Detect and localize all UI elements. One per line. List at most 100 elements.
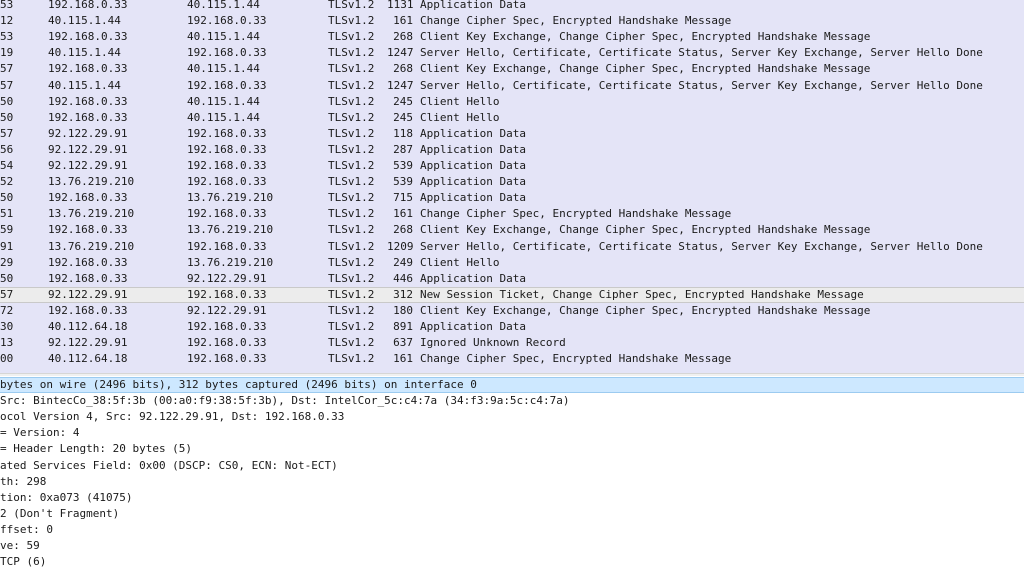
detail-tree-item[interactable]: Src: BintecCo_38:5f:3b (00:a0:f9:38:5f:3… — [0, 393, 1024, 409]
packet-list[interactable]: 53 192.168.0.33 40.115.1.44 TLSv1.2 1131 Appl… — [0, 0, 1024, 373]
packet-row[interactable]: 50 192.168.0.33 40.115.1.44 TLSv1.2 245 Clien… — [0, 110, 1024, 126]
packet-row[interactable]: 57 192.168.0.33 40.115.1.44 TLSv1.2 268 Clien… — [0, 61, 1024, 77]
destination-cell: 192.168.0.33 — [187, 175, 267, 189]
packet-number-cell: 91 — [0, 239, 14, 253]
destination-cell: 40.115.1.44 — [187, 110, 260, 124]
detail-tree-item[interactable]: ocol Version 4, Src: 92.122.29.91, Dst: … — [0, 409, 1024, 425]
protocol-cell: TLSv1.2 — [328, 255, 375, 269]
info-cell: Client Key Exchange, Change Cipher Spec,… — [420, 30, 871, 44]
packet-number-cell: 13 — [0, 336, 14, 350]
detail-tree-item[interactable]: tion: 0xa073 (41075) — [0, 490, 1024, 506]
length-cell: 312 — [393, 287, 413, 301]
source-cell: 192.168.0.33 — [48, 271, 128, 285]
detail-tree-item[interactable]: ffset: 0 — [0, 522, 1024, 538]
source-cell: 92.122.29.91 — [48, 126, 128, 140]
detail-tree-item-text: bytes on wire (2496 bits), 312 bytes cap… — [0, 378, 477, 391]
protocol-cell: TLSv1.2 — [328, 175, 375, 189]
detail-tree-item[interactable]: ve: 59 — [0, 538, 1024, 554]
packet-row[interactable]: 53 192.168.0.33 40.115.1.44 TLSv1.2 1131 Appl… — [0, 0, 1024, 13]
destination-cell: 192.168.0.33 — [187, 14, 267, 28]
length-cell: 1247 — [387, 46, 414, 60]
detail-tree-item[interactable]: ated Services Field: 0x00 (DSCP: CS0, EC… — [0, 458, 1024, 474]
destination-cell: 92.122.29.91 — [187, 271, 267, 285]
packet-number-cell: 57 — [0, 62, 14, 76]
source-cell: 192.168.0.33 — [48, 62, 128, 76]
packet-row[interactable]: 54 92.122.29.91 192.168.0.33 TLSv1.2 539 Appl… — [0, 158, 1024, 174]
detail-tree-item-text: tion: 0xa073 (41075) — [0, 490, 133, 504]
destination-cell: 192.168.0.33 — [187, 320, 267, 333]
packet-row[interactable]: 56 92.122.29.91 192.168.0.33 TLSv1.2 287 Appl… — [0, 142, 1024, 158]
packet-row[interactable]: 29 192.168.0.33 13.76.219.210 TLSv1.2 249 Cli… — [0, 255, 1024, 271]
packet-row[interactable]: 51 13.76.219.210 192.168.0.33 TLSv1.2 161 Cha… — [0, 206, 1024, 222]
packet-number-cell: 50 — [0, 110, 14, 124]
protocol-cell: TLSv1.2 — [328, 191, 375, 205]
packet-row[interactable]: 57 40.115.1.44 192.168.0.33 TLSv1.2 1247 Serv… — [0, 78, 1024, 94]
detail-tree-item[interactable]: bytes on wire (2496 bits), 312 bytes cap… — [0, 377, 1024, 393]
protocol-cell: TLSv1.2 — [328, 14, 375, 28]
packet-details-tree[interactable]: bytes on wire (2496 bits), 312 bytes cap… — [0, 376, 1024, 569]
packet-row[interactable]: 91 13.76.219.210 192.168.0.33 TLSv1.2 1209 Se… — [0, 239, 1024, 255]
packet-row[interactable]: 53 192.168.0.33 40.115.1.44 TLSv1.2 268 Clien… — [0, 29, 1024, 45]
info-cell: Ignored Unknown Record — [420, 336, 566, 350]
packet-row[interactable]: 50 192.168.0.33 13.76.219.210 TLSv1.2 715 App… — [0, 190, 1024, 206]
packet-row[interactable]: 50 192.168.0.33 40.115.1.44 TLSv1.2 245 Clien… — [0, 94, 1024, 110]
packet-number-cell: 30 — [0, 320, 14, 333]
packet-number-cell: 57 — [0, 287, 14, 301]
info-cell: Client Hello — [420, 94, 500, 108]
source-cell: 192.168.0.33 — [48, 94, 128, 108]
packet-row[interactable]: 00 40.112.64.18 192.168.0.33 TLSv1.2 161 Chan… — [0, 351, 1024, 367]
destination-cell: 13.76.219.210 — [187, 255, 274, 269]
source-cell: 40.115.1.44 — [48, 78, 121, 92]
length-cell: 161 — [393, 14, 413, 28]
source-cell: 40.112.64.18 — [48, 320, 128, 333]
info-cell: Application Data — [420, 320, 526, 333]
destination-cell: 192.168.0.33 — [187, 336, 267, 350]
protocol-cell: TLSv1.2 — [328, 320, 375, 333]
destination-cell: 13.76.219.210 — [187, 223, 274, 237]
detail-tree-item-text: ocol Version 4, Src: 92.122.29.91, Dst: … — [0, 410, 345, 424]
info-cell: Application Data — [420, 126, 526, 140]
detail-tree-item[interactable]: 2 (Don't Fragment) — [0, 506, 1024, 522]
source-cell: 92.122.29.91 — [48, 287, 128, 301]
detail-tree-item[interactable]: = Version: 4 — [0, 425, 1024, 441]
length-cell: 1247 — [387, 78, 414, 92]
destination-cell: 40.115.1.44 — [187, 0, 260, 11]
length-cell: 1131 — [387, 0, 414, 11]
info-cell: Server Hello, Certificate, Certificate S… — [420, 239, 983, 253]
detail-tree-item[interactable]: TCP (6) — [0, 554, 1024, 569]
packet-row[interactable]: 57 92.122.29.91 192.168.0.33 TLSv1.2 118 Appl… — [0, 126, 1024, 142]
destination-cell: 13.76.219.210 — [187, 191, 274, 205]
protocol-cell: TLSv1.2 — [328, 46, 375, 60]
packet-number-cell: 12 — [0, 14, 14, 28]
packet-row[interactable]: 12 40.115.1.44 192.168.0.33 TLSv1.2 161 Chang… — [0, 13, 1024, 29]
packet-row[interactable]: 13 92.122.29.91 192.168.0.33 TLSv1.2 637 Igno… — [0, 335, 1024, 351]
protocol-cell: TLSv1.2 — [328, 30, 375, 44]
info-cell: Change Cipher Spec, Encrypted Handshake … — [420, 352, 732, 366]
info-cell: Server Hello, Certificate, Certificate S… — [420, 78, 983, 92]
source-cell: 192.168.0.33 — [48, 30, 128, 44]
destination-cell: 40.115.1.44 — [187, 94, 260, 108]
source-cell: 192.168.0.33 — [48, 191, 128, 205]
packet-number-cell: 50 — [0, 94, 14, 108]
protocol-cell: TLSv1.2 — [328, 159, 375, 172]
info-cell: Change Cipher Spec, Encrypted Handshake … — [420, 14, 732, 28]
packet-row[interactable]: 52 13.76.219.210 192.168.0.33 TLSv1.2 539 App… — [0, 174, 1024, 190]
packet-row[interactable]: 72 192.168.0.33 92.122.29.91 TLSv1.2 180 Clie… — [0, 303, 1024, 319]
packet-row[interactable]: 59 192.168.0.33 13.76.219.210 TLSv1.2 268 Cli… — [0, 222, 1024, 238]
packet-row[interactable]: 19 40.115.1.44 192.168.0.33 TLSv1.2 1247 Serv… — [0, 45, 1024, 61]
packet-row[interactable]: 30 40.112.64.18 192.168.0.33 TLSv1.2 891 Appl… — [0, 319, 1024, 335]
detail-tree-item-text: ffset: 0 — [0, 522, 53, 536]
packet-row[interactable]: 50 192.168.0.33 92.122.29.91 TLSv1.2 446 Appl… — [0, 271, 1024, 287]
destination-cell: 40.115.1.44 — [187, 62, 260, 76]
detail-tree-item[interactable]: = Header Length: 20 bytes (5) — [0, 441, 1024, 457]
protocol-cell: TLSv1.2 — [328, 336, 375, 350]
packet-row[interactable]: 57 92.122.29.91 192.168.0.33 TLSv1.2 312 New … — [0, 286, 1024, 303]
detail-tree-item[interactable]: th: 298 — [0, 474, 1024, 490]
destination-cell: 192.168.0.33 — [187, 142, 267, 156]
length-cell: 637 — [393, 336, 413, 350]
protocol-cell: TLSv1.2 — [328, 126, 375, 140]
length-cell: 268 — [393, 30, 413, 44]
info-cell: Change Cipher Spec, Encrypted Handshake … — [420, 207, 732, 221]
protocol-cell: TLSv1.2 — [328, 0, 375, 11]
destination-cell: 40.115.1.44 — [187, 30, 260, 44]
